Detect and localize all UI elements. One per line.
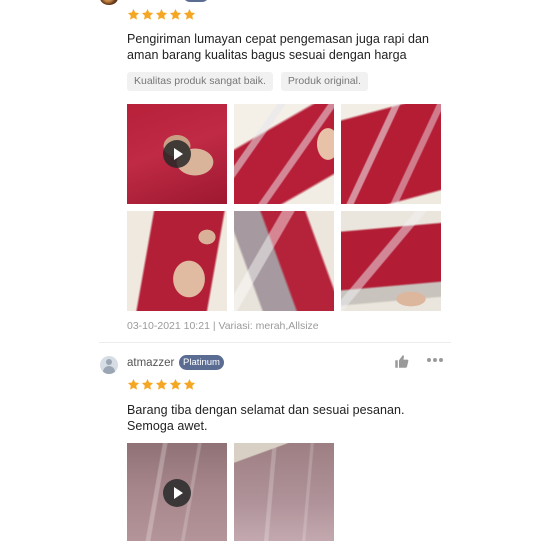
rating-stars <box>127 8 196 21</box>
review-media-grid <box>127 443 334 541</box>
star-icon <box>169 8 182 21</box>
review-photo-thumbnail[interactable] <box>127 211 227 311</box>
user-icon <box>106 359 112 365</box>
star-icon <box>183 8 196 21</box>
play-icon[interactable] <box>163 479 191 507</box>
review-text-line: Pengiriman lumayan cepat pengemasan juga… <box>127 32 429 46</box>
platinum-badge: Platinum <box>179 355 224 370</box>
review-tag: Produk original. <box>280 72 368 91</box>
review-photo-thumbnail[interactable] <box>341 104 441 204</box>
star-icon <box>155 8 168 21</box>
more-dots-icon[interactable] <box>427 357 443 363</box>
review-photo-thumbnail[interactable] <box>234 211 334 311</box>
star-icon <box>127 8 140 21</box>
play-icon[interactable] <box>163 140 191 168</box>
reviewer-username[interactable]: atmazzer <box>127 356 174 370</box>
star-icon <box>169 378 182 391</box>
star-icon <box>155 378 168 391</box>
review-text: Pengiriman lumayan cepat pengemasan juga… <box>127 31 447 63</box>
star-icon <box>127 378 140 391</box>
member-badge <box>183 0 209 2</box>
rating-stars <box>127 378 196 391</box>
review-divider <box>99 342 451 343</box>
review-video-thumbnail[interactable] <box>127 104 227 204</box>
review-photo-thumbnail[interactable] <box>234 104 334 204</box>
star-icon <box>141 378 154 391</box>
review-text-line: Semoga awet. <box>127 419 208 433</box>
review-media-grid <box>127 104 441 311</box>
review-photo-thumbnail[interactable] <box>234 443 334 541</box>
review-text-line: aman barang kualitas bagus sesuai dengan… <box>127 48 407 62</box>
review-photo-thumbnail[interactable] <box>341 211 441 311</box>
review-text: Barang tiba dengan selamat dan sesuai pe… <box>127 402 447 434</box>
review-meta: 03-10-2021 10:21 | Variasi: merah,Allsiz… <box>127 320 319 332</box>
star-icon <box>183 378 196 391</box>
review-video-thumbnail[interactable] <box>127 443 227 541</box>
thumbs-up-icon[interactable] <box>394 354 409 369</box>
review-tags: Kualitas produk sangat baik. Produk orig… <box>127 72 368 91</box>
star-icon <box>141 8 154 21</box>
review-tag: Kualitas produk sangat baik. <box>127 72 273 91</box>
reviewer-avatar[interactable] <box>100 0 118 5</box>
review-text-line: Barang tiba dengan selamat dan sesuai pe… <box>127 403 405 417</box>
avatar[interactable] <box>100 356 118 374</box>
